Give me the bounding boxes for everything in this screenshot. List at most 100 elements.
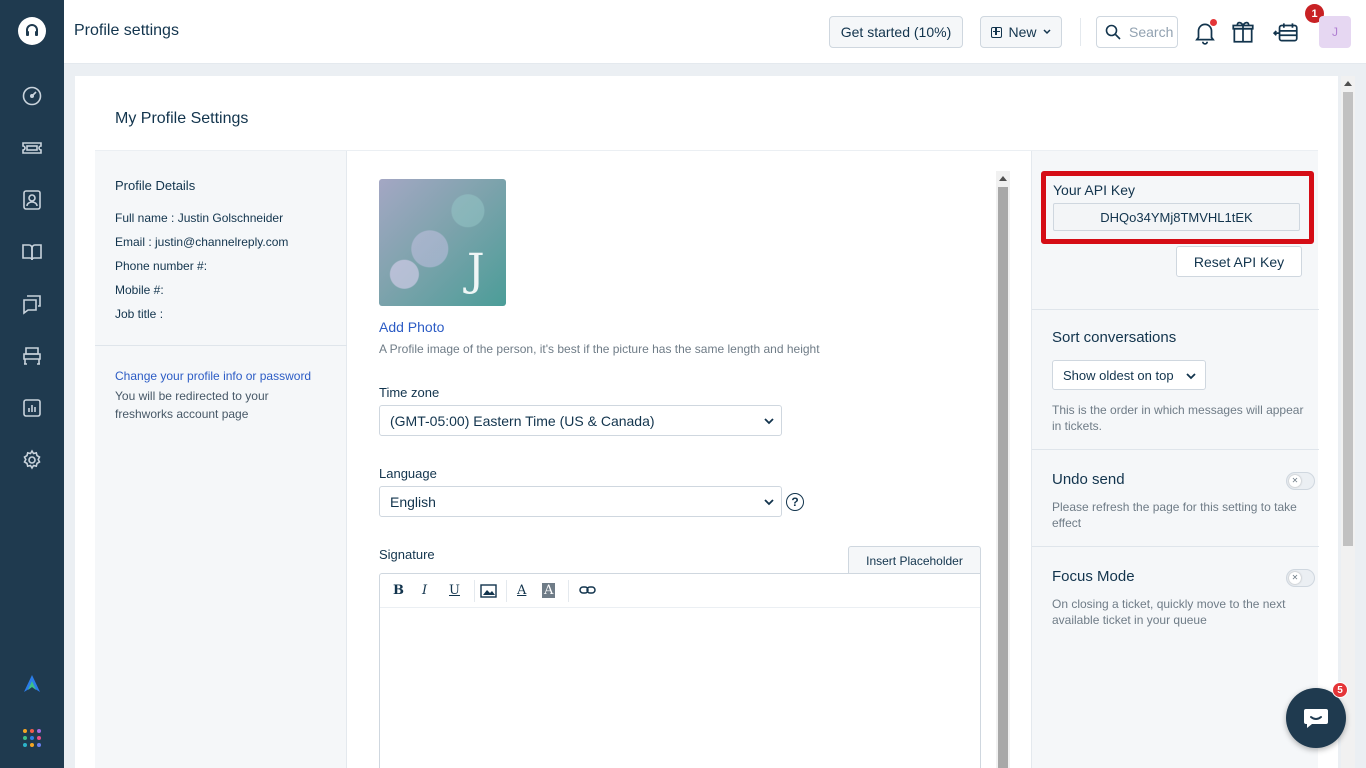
chevron-down-icon	[764, 499, 774, 506]
language-label: Language	[379, 466, 437, 481]
underline-button[interactable]: U	[449, 583, 460, 598]
form-scrollbar[interactable]	[996, 171, 1010, 768]
settings-divider	[1032, 449, 1319, 450]
app-switcher-icon[interactable]	[20, 726, 44, 750]
user-avatar[interactable]: J	[1319, 16, 1351, 48]
scroll-up-icon[interactable]	[1344, 80, 1352, 86]
api-key-label: Your API Key	[1053, 182, 1135, 198]
get-started-button[interactable]: Get started (10%)	[829, 16, 963, 48]
settings-divider	[1032, 309, 1319, 310]
phone-label: Phone number #:	[115, 259, 208, 273]
scroll-up-icon[interactable]	[999, 175, 1007, 181]
italic-button[interactable]: I	[422, 583, 427, 598]
new-button[interactable]: New	[980, 16, 1062, 48]
bold-button[interactable]: B	[393, 583, 404, 598]
chevron-down-icon	[764, 418, 774, 425]
undo-send-toggle[interactable]: ✕	[1286, 472, 1315, 490]
admin-settings-icon[interactable]	[20, 448, 44, 472]
chevron-down-icon	[1042, 29, 1051, 35]
undo-send-note: Please refresh the page for this setting…	[1052, 500, 1297, 530]
photo-note: A Profile image of the person, it's best…	[379, 342, 820, 356]
profile-details-panel: Profile Details Full name : Justin Golsc…	[95, 151, 347, 768]
search-placeholder: Search	[1129, 24, 1174, 40]
toolbar-divider	[568, 580, 569, 602]
insert-link-icon[interactable]	[579, 585, 596, 600]
profile-details-divider	[95, 345, 347, 346]
add-photo-link[interactable]: Add Photo	[379, 319, 444, 335]
contacts-icon[interactable]	[20, 188, 44, 212]
search-input[interactable]: Search	[1096, 16, 1178, 48]
chat-unread-badge: 5	[1332, 682, 1348, 698]
mobile-label: Mobile #:	[115, 283, 164, 297]
reports-icon[interactable]	[20, 396, 44, 420]
editor-toolbar: B I U A A	[380, 574, 980, 608]
redirect-note: You will be redirected to your freshwork…	[115, 389, 269, 421]
sort-conversations-note: This is the order in which messages will…	[1052, 403, 1304, 433]
timezone-label: Time zone	[379, 385, 440, 400]
new-button-label: New	[1008, 24, 1037, 40]
notification-dot	[1210, 19, 1217, 26]
search-icon	[1105, 24, 1121, 40]
insert-image-icon[interactable]	[480, 584, 497, 601]
product-switcher-icon[interactable]	[1272, 19, 1298, 45]
page-scrollbar-thumb[interactable]	[1343, 92, 1353, 546]
help-icon[interactable]: ?	[786, 493, 804, 511]
reset-api-key-button[interactable]: Reset API Key	[1176, 246, 1302, 277]
sort-conversations-title: Sort conversations	[1052, 329, 1177, 346]
gift-icon[interactable]	[1230, 19, 1256, 45]
toggle-off-icon: ✕	[1289, 475, 1301, 487]
api-key-box: Your API Key DHQo34YMj8TMVHL1tEK	[1041, 171, 1314, 244]
api-key-field[interactable]: DHQo34YMj8TMVHL1tEK	[1053, 203, 1300, 231]
page-title: Profile settings	[74, 22, 179, 39]
toggle-off-icon: ✕	[1289, 572, 1301, 584]
signature-label: Signature	[379, 547, 435, 562]
profile-form: J Add Photo A Profile image of the perso…	[347, 151, 1031, 768]
profile-details-heading: Profile Details	[115, 178, 196, 193]
team-huddle-icon[interactable]	[20, 344, 44, 368]
profile-photo-initial: J	[467, 245, 485, 296]
focus-mode-toggle[interactable]: ✕	[1286, 569, 1315, 587]
job-title-label: Job title :	[115, 307, 164, 321]
focus-mode-note: On closing a ticket, quickly move to the…	[1052, 597, 1286, 627]
dashboard-icon[interactable]	[20, 84, 44, 108]
settings-panel: Your API Key DHQo34YMj8TMVHL1tEK Reset A…	[1031, 151, 1319, 768]
forums-icon[interactable]	[20, 292, 44, 316]
freshworks-app-icon[interactable]	[20, 672, 44, 696]
freshdesk-logo-icon[interactable]	[18, 17, 46, 45]
chat-bubble-icon	[1304, 709, 1328, 728]
tickets-icon[interactable]	[20, 136, 44, 160]
change-profile-link[interactable]: Change your profile info or password	[115, 369, 311, 383]
full-name-label: Full name :	[115, 211, 178, 225]
chevron-down-icon	[1186, 373, 1196, 380]
email-value: justin@channelreply.com	[155, 235, 289, 249]
settings-divider	[1032, 546, 1319, 547]
page-scrollbar[interactable]	[1341, 76, 1355, 768]
full-name-value: Justin Golschneider	[177, 211, 284, 225]
topbar-divider	[1080, 18, 1081, 46]
profile-settings-card: My Profile Settings Profile Details Full…	[75, 76, 1338, 768]
profile-photo[interactable]: J	[379, 179, 506, 306]
language-value: English	[390, 493, 436, 510]
plus-box-icon	[991, 26, 1003, 38]
full-name-row: Full name : Justin Golschneider	[115, 211, 283, 225]
timezone-value: (GMT-05:00) Eastern Time (US & Canada)	[390, 412, 655, 429]
undo-send-title: Undo send	[1052, 471, 1125, 488]
background-color-button[interactable]: A	[542, 583, 556, 598]
toolbar-divider	[506, 580, 507, 602]
sort-conversations-select[interactable]: Show oldest on top	[1052, 360, 1206, 390]
focus-mode-title: Focus Mode	[1052, 568, 1135, 585]
font-color-button[interactable]: A	[517, 583, 526, 598]
email-row: Email : justin@channelreply.com	[115, 235, 288, 249]
language-select[interactable]: English	[379, 486, 782, 517]
signature-editor[interactable]: B I U A A	[379, 573, 981, 768]
form-scrollbar-thumb[interactable]	[998, 187, 1008, 768]
timezone-select[interactable]: (GMT-05:00) Eastern Time (US & Canada)	[379, 405, 782, 436]
toolbar-divider	[474, 580, 475, 602]
insert-placeholder-button[interactable]: Insert Placeholder	[848, 546, 981, 575]
topbar: Profile settings Get started (10%) New S…	[64, 0, 1366, 64]
solutions-icon[interactable]	[20, 240, 44, 264]
sort-conversations-value: Show oldest on top	[1063, 367, 1174, 383]
sidebar	[0, 0, 64, 768]
email-label: Email :	[115, 235, 156, 249]
card-title: My Profile Settings	[115, 110, 249, 127]
